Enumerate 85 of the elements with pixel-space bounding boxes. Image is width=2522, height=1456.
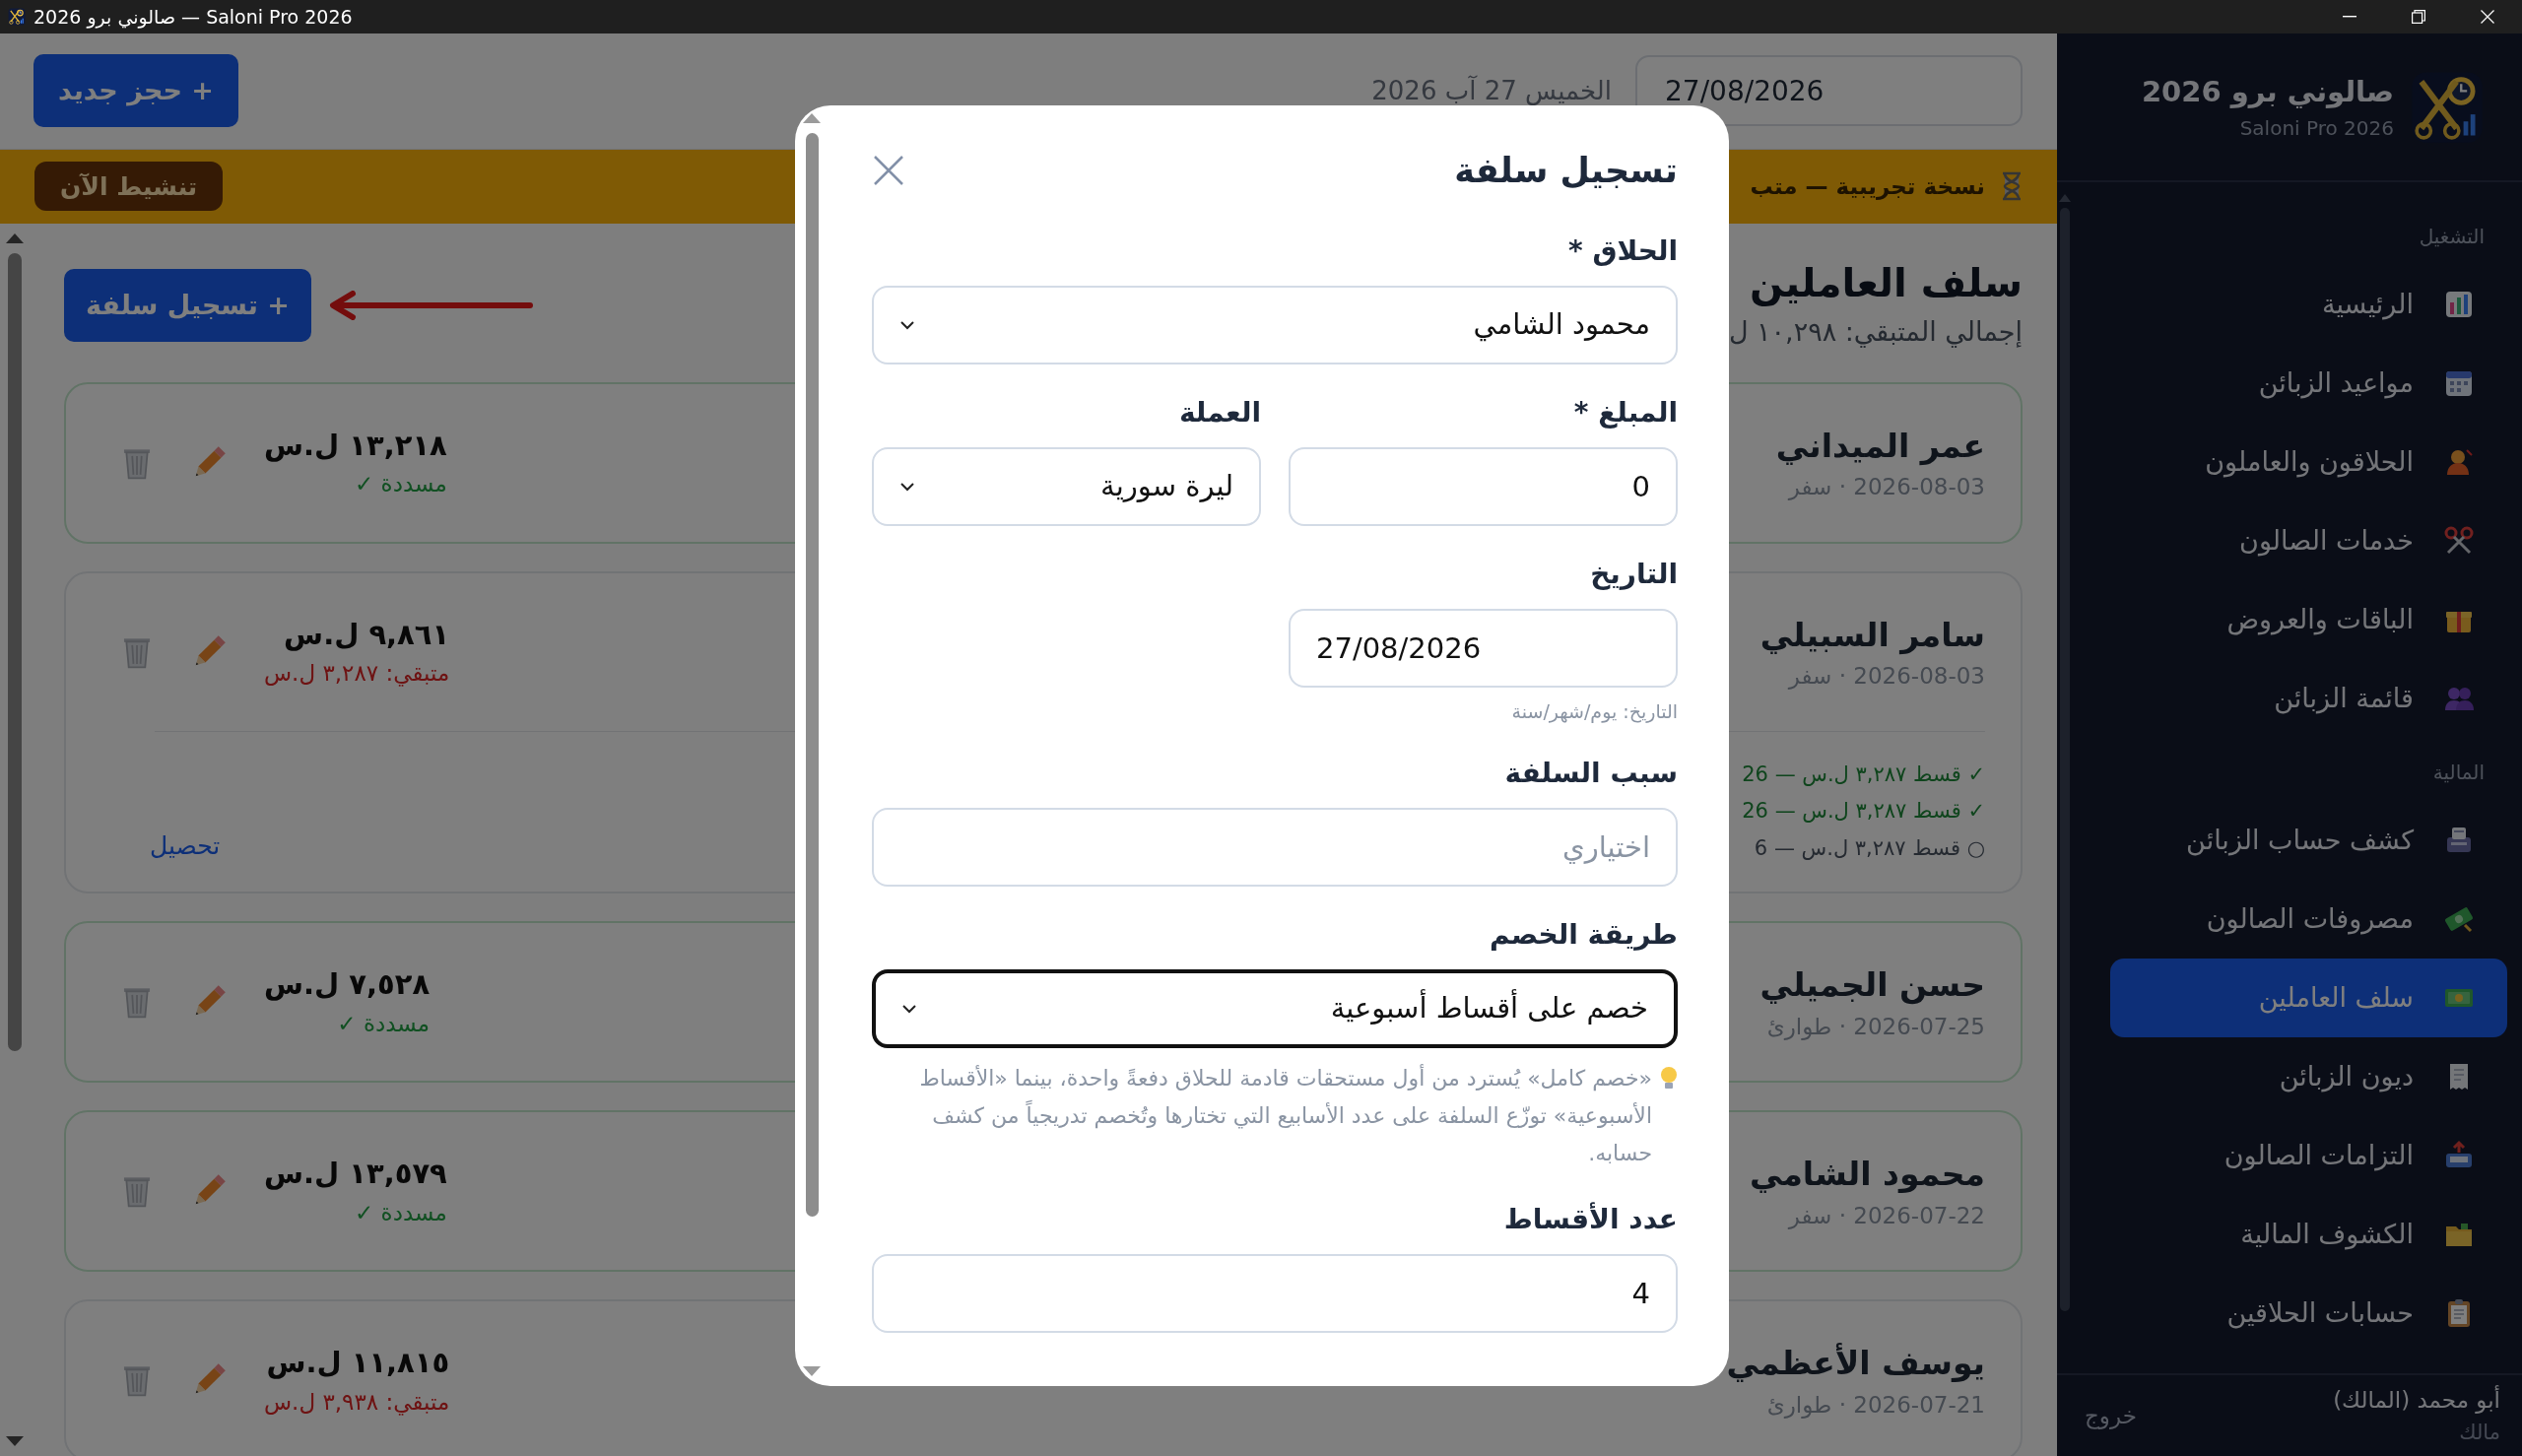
section-heading: المالية bbox=[2431, 760, 2486, 786]
sidebar-item[interactable]: الحلاقون والعاملون bbox=[2110, 423, 2507, 501]
date-field[interactable]: 27/08/2026 bbox=[1289, 608, 1678, 688]
advance-amount: ٧,٥٢٨ ل.س bbox=[264, 966, 431, 1004]
page-title: سلف العاملين bbox=[1749, 259, 2023, 308]
app-name: صالوني برو 2026 bbox=[2141, 73, 2394, 110]
scrollbar-thumb[interactable] bbox=[805, 133, 819, 1217]
installment-line: ✓ قسط ٣,٢٨٧ ل.س — 26 bbox=[1742, 761, 1985, 788]
advance-status: مسددة ✓ bbox=[336, 1009, 431, 1038]
advance-status: متبقي: ٣,٩٣٨ ل.س bbox=[264, 1387, 450, 1418]
advance-amount: ٩,٨٦١ ل.س bbox=[283, 616, 450, 653]
advance-amount: ١٣,٥٧٩ ل.س bbox=[264, 1156, 447, 1193]
sidebar-item[interactable]: كشف حساب الزبائن bbox=[2110, 801, 2507, 880]
dropdown-field[interactable]: ليرة سورية bbox=[872, 446, 1261, 526]
scissors-icon bbox=[2443, 525, 2475, 557]
hint-text: التاريخ: يوم/شهر/سنة bbox=[1510, 698, 1678, 725]
hint-text: «خصم كامل» يُسترد من أول مستحقات قادمة للحلاق دفعةً واحدة، بينما «الأقساط الأسبوعية» توزّع السلفة على عدد الأسابيع التي تختارها وتُخصم تدريجياً من كشف حسابه. bbox=[918, 1063, 1652, 1167]
trial-notice: نسخة تجريبية — متب bbox=[1750, 172, 1985, 202]
worker-name: سامر السبيلي bbox=[1759, 614, 1985, 657]
sidebar-item[interactable]: قائمة الزبائن bbox=[2110, 659, 2507, 738]
hourglass-icon bbox=[2001, 171, 2023, 202]
advance-amount: ١٣,٢١٨ ل.س bbox=[264, 427, 447, 464]
sidebar-item[interactable]: الباقات والعروض bbox=[2110, 580, 2507, 659]
app-subtitle: Saloni Pro 2026 bbox=[2238, 115, 2394, 143]
sidebar-item[interactable]: خدمات الصالون bbox=[2110, 501, 2507, 580]
chevron-down-icon bbox=[901, 1002, 917, 1016]
sidebar-item[interactable]: سلف العاملين bbox=[2110, 959, 2507, 1037]
worker-name: عمر الميداني bbox=[1775, 425, 1985, 468]
field-label: التاريخ bbox=[1589, 556, 1678, 592]
section-heading: التشغيل bbox=[2418, 224, 2486, 250]
sidebar-item[interactable]: مواعيد الزبائن bbox=[2110, 344, 2507, 423]
scroll-up-arrow[interactable] bbox=[803, 113, 821, 123]
advance-status: مسددة ✓ bbox=[354, 1198, 447, 1227]
worker-name: يوسف الأعظمي bbox=[1726, 1342, 1985, 1385]
sidebar-item[interactable]: التزامات الصالون bbox=[2110, 1116, 2507, 1195]
advance-date: 2026-07-25 · طوارئ bbox=[1765, 1012, 1985, 1042]
date-field[interactable]: 27/08/2026 bbox=[1635, 55, 2023, 127]
user-role: مالك bbox=[2458, 1419, 2500, 1446]
dialog-title: تسجيل سلفة bbox=[1454, 150, 1678, 192]
collect-link[interactable]: تحصيل bbox=[150, 827, 221, 865]
worker-name: حسن الجميلي bbox=[1759, 964, 1985, 1007]
date-text: الخميس 27 آب 2026 bbox=[1371, 74, 1612, 107]
user-name: أبو محمد (المالك) bbox=[2333, 1384, 2500, 1416]
field-label: عدد الأقساط bbox=[1502, 1201, 1678, 1238]
input-field[interactable]: اختياري bbox=[872, 808, 1678, 887]
field-label: الحلاق * bbox=[1567, 232, 1678, 269]
field-label: سبب السلفة bbox=[1503, 756, 1678, 791]
scrollbar-thumb[interactable] bbox=[8, 253, 22, 1052]
close-icon bbox=[2481, 10, 2494, 24]
advance-date: 2026-08-03 · سفر bbox=[1786, 662, 1985, 692]
restore-icon bbox=[2412, 10, 2425, 24]
advance-amount: ١١,٨١٥ ل.س bbox=[265, 1345, 450, 1382]
window-title: صالوني برو 2026 — Saloni Pro 2026 bbox=[33, 4, 353, 31]
new-booking-button[interactable]: + حجز جديد bbox=[33, 54, 238, 128]
installment-line: ✓ قسط ٣,٢٨٧ ل.س — 26 bbox=[1742, 798, 1985, 826]
total-remaining: إجمالي المتبقي: ١٠,٢٩٨ ل bbox=[1728, 315, 2023, 350]
advance-status: متبقي: ٣,٢٨٧ ل.س bbox=[264, 659, 450, 689]
worker-name: محمود الشامي bbox=[1750, 1154, 1985, 1196]
logout-link[interactable]: خروج bbox=[2085, 1398, 2137, 1433]
field-label: طريقة الخصم bbox=[1488, 917, 1678, 953]
advance-status: مسددة ✓ bbox=[354, 470, 447, 499]
field-label: المبلغ * bbox=[1572, 394, 1678, 430]
sidebar-item[interactable]: حسابات الحلاقين bbox=[2110, 1274, 2507, 1353]
dropdown-field[interactable]: محمود الشامي bbox=[872, 285, 1678, 364]
bar-chart-icon bbox=[2443, 289, 2475, 320]
light-bulb-icon bbox=[1660, 1066, 1678, 1092]
scroll-down-arrow[interactable] bbox=[803, 1366, 821, 1376]
input-field[interactable]: 4 bbox=[872, 1254, 1678, 1334]
minimize-icon bbox=[2343, 16, 2356, 18]
sidebar-item[interactable]: ديون الزبائن bbox=[2110, 1037, 2507, 1116]
logo-icon bbox=[8, 8, 26, 26]
activate-button[interactable]: تنشيط الآن bbox=[34, 162, 224, 212]
installment-line: ○ قسط ٣,٢٨٧ ل.س — 6 bbox=[1753, 834, 1985, 862]
add-advance-button[interactable]: + تسجيل سلفة bbox=[64, 269, 311, 343]
input-field[interactable]: 0 bbox=[1289, 446, 1678, 526]
sidebar-item[interactable]: مصروفات الصالون bbox=[2110, 880, 2507, 959]
scroll-down-arrow[interactable] bbox=[6, 1436, 24, 1446]
field-label: العملة bbox=[1177, 394, 1261, 430]
dropdown-field[interactable]: خصم على أقساط أسبوعية bbox=[872, 969, 1678, 1048]
advance-date: 2026-08-03 · سفر bbox=[1786, 473, 1985, 502]
scroll-up-arrow[interactable] bbox=[6, 233, 24, 244]
sidebar-item[interactable]: الرئيسية bbox=[2110, 265, 2507, 344]
sidebar-item[interactable]: الكشوف المالية bbox=[2110, 1195, 2507, 1274]
advance-date: 2026-07-22 · سفر bbox=[1786, 1201, 1985, 1231]
advance-date: 2026-07-21 · طوارئ bbox=[1765, 1390, 1985, 1421]
